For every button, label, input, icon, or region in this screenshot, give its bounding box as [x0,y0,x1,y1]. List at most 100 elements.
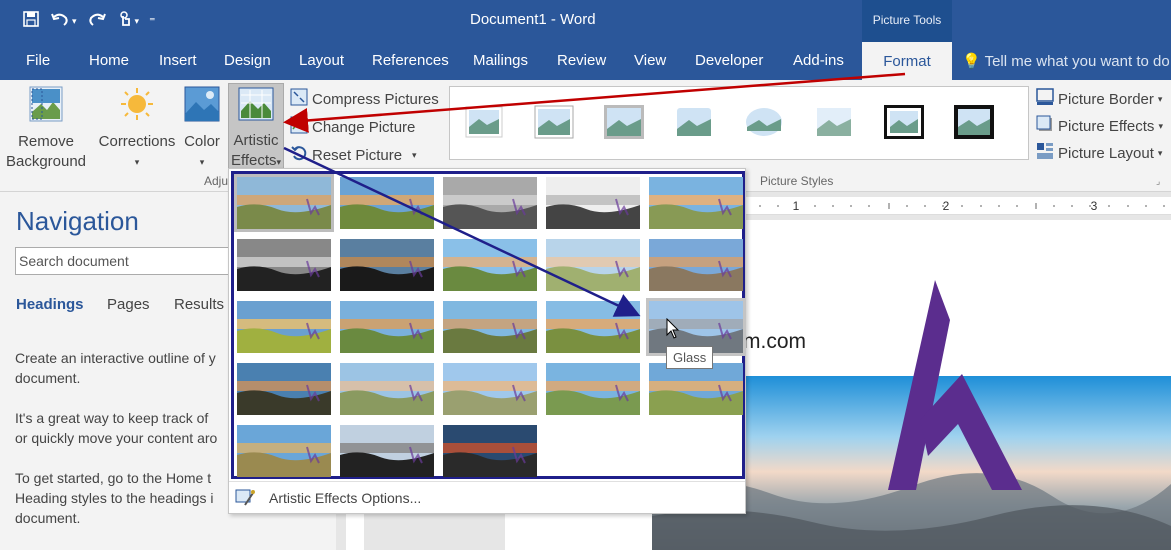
picture-style-8[interactable] [954,105,994,139]
picture-border-button[interactable]: Picture Border ▾ [1036,88,1162,110]
artistic-effect-thumb[interactable] [649,177,743,229]
compress-pictures-icon [290,88,308,110]
nav-tab-headings[interactable]: Headings [16,296,84,313]
tab-format[interactable]: Format [862,42,952,80]
picture-border-label: Picture Border [1058,90,1154,108]
tab-add-ins[interactable]: Add-ins [793,52,844,69]
tab-insert[interactable]: Insert [159,52,197,69]
logo-letter-icon [888,280,1022,490]
artistic-effect-thumb[interactable] [237,363,331,415]
nav-tab-pages[interactable]: Pages [107,296,150,313]
picture-styles-group-label: Picture Styles [760,174,834,188]
artistic-effect-thumb[interactable] [340,301,434,353]
artistic-effect-thumb[interactable] [443,363,537,415]
navigation-title: Navigation [16,206,139,236]
picture-effects-label: Picture Effects [1058,117,1155,135]
tab-design[interactable]: Design [224,52,271,69]
reset-picture-icon [290,144,308,166]
touch-mode-icon[interactable] [117,10,133,33]
artistic-effect-thumb[interactable] [443,425,537,477]
picture-effects-button[interactable]: Picture Effects ▾ [1036,115,1163,137]
tab-home[interactable]: Home [89,52,129,69]
undo-dropdown-icon[interactable]: ▾ [72,16,77,27]
artistic-effect-thumb[interactable] [234,174,334,232]
artistic-effect-thumb[interactable] [340,425,434,477]
artistic-effects-options-item[interactable]: Artistic Effects Options... [229,481,745,514]
artistic-effect-thumb[interactable] [649,239,743,291]
artistic-effect-thumb[interactable] [546,363,640,415]
ribbon-tabs: File Home Insert Design Layout Reference… [0,42,1171,80]
reset-picture-button[interactable]: Reset Picture ▾ [290,144,417,166]
picture-style-6[interactable] [814,105,854,139]
color-picture-icon [180,86,224,128]
picture-border-icon [1036,88,1054,110]
quick-access-toolbar: ▾ ▾ ⁼ [22,9,155,33]
artistic-effect-thumb[interactable] [443,239,537,291]
nav-tab-results[interactable]: Results [174,296,224,313]
picture-style-7[interactable] [884,105,924,139]
customize-qat-icon[interactable]: ⁼ [149,14,155,28]
tab-file[interactable]: File [26,52,50,69]
remove-background-button[interactable]: Remove Background [4,86,88,172]
artistic-effect-thumb[interactable] [443,177,537,229]
picture-style-5[interactable] [744,105,784,139]
picture-style-3[interactable] [604,105,644,139]
artistic-effect-thumb[interactable] [340,363,434,415]
tab-review[interactable]: Review [557,52,606,69]
touch-dropdown-icon[interactable]: ▾ [135,16,140,27]
mouse-cursor-icon [666,318,680,339]
tab-view[interactable]: View [634,52,666,69]
artistic-effects-options-label: Artistic Effects Options... [269,490,422,506]
picture-layout-label: Picture Layout [1058,144,1154,162]
undo-icon[interactable] [50,10,70,33]
dialog-launcher-icon[interactable]: ⌟ [1156,176,1160,187]
picture-tools-label: Picture Tools [862,0,952,42]
artistic-effects-icon [229,87,283,127]
ruler-label-2: 2 [943,199,950,213]
tab-layout[interactable]: Layout [299,52,344,69]
corrections-button[interactable]: Corrections ▾ [97,86,177,172]
tell-me-box[interactable]: 💡 Tell me what you want to do [962,52,1170,70]
picture-layout-dropdown-icon: ▾ [1157,147,1163,158]
lightbulb-icon: 💡 [962,53,981,70]
artistic-effect-thumb[interactable] [237,239,331,291]
window-title: Document1 - Word [470,11,596,28]
corrections-dropdown-icon: ▾ [134,157,140,167]
artistic-effect-thumb[interactable] [237,301,331,353]
artistic-effects-label-1: Artistic [233,132,279,149]
artistic-effects-button[interactable]: Artistic Effects▾ [228,83,284,169]
artistic-effect-thumb[interactable] [546,239,640,291]
remove-background-label-1: Remove [18,133,74,150]
artistic-effect-thumb[interactable] [546,301,640,353]
change-picture-button[interactable]: Change Picture [290,116,415,138]
search-document-input[interactable]: Search document [15,247,235,275]
horizontal-ruler: 1 2 3 [745,197,1171,215]
color-label: Color [184,133,220,150]
change-picture-label: Change Picture [312,118,416,136]
save-icon[interactable] [22,10,40,33]
picture-layout-button[interactable]: Picture Layout ▾ [1036,142,1162,164]
change-picture-icon [290,116,308,138]
ruler-ticks: 1 2 3 [759,199,1165,213]
artistic-effect-thumb[interactable] [340,239,434,291]
adjust-group-label: Adju [204,174,229,188]
compress-pictures-button[interactable]: Compress Pictures [290,88,439,110]
picture-effects-dropdown-icon: ▾ [1158,120,1163,131]
artistic-effects-options-icon [235,487,255,510]
picture-style-4[interactable] [674,105,714,139]
tab-mailings[interactable]: Mailings [473,52,528,69]
picture-style-2[interactable] [534,105,574,139]
artistic-effect-thumb[interactable] [546,177,640,229]
artistic-effect-thumb[interactable] [649,363,743,415]
redo-icon[interactable] [87,10,107,33]
artistic-effect-thumb[interactable] [443,301,537,353]
artistic-effect-thumb[interactable] [237,425,331,477]
tell-me-text: Tell me what you want to do [984,53,1170,70]
remove-background-icon [4,86,88,128]
color-button[interactable]: Color ▾ [180,86,224,172]
artistic-effect-thumb[interactable] [340,177,434,229]
tab-developer[interactable]: Developer [695,52,763,69]
picture-style-1[interactable] [464,105,504,139]
tab-references[interactable]: References [372,52,449,69]
ruler-label-1: 1 [793,199,800,213]
